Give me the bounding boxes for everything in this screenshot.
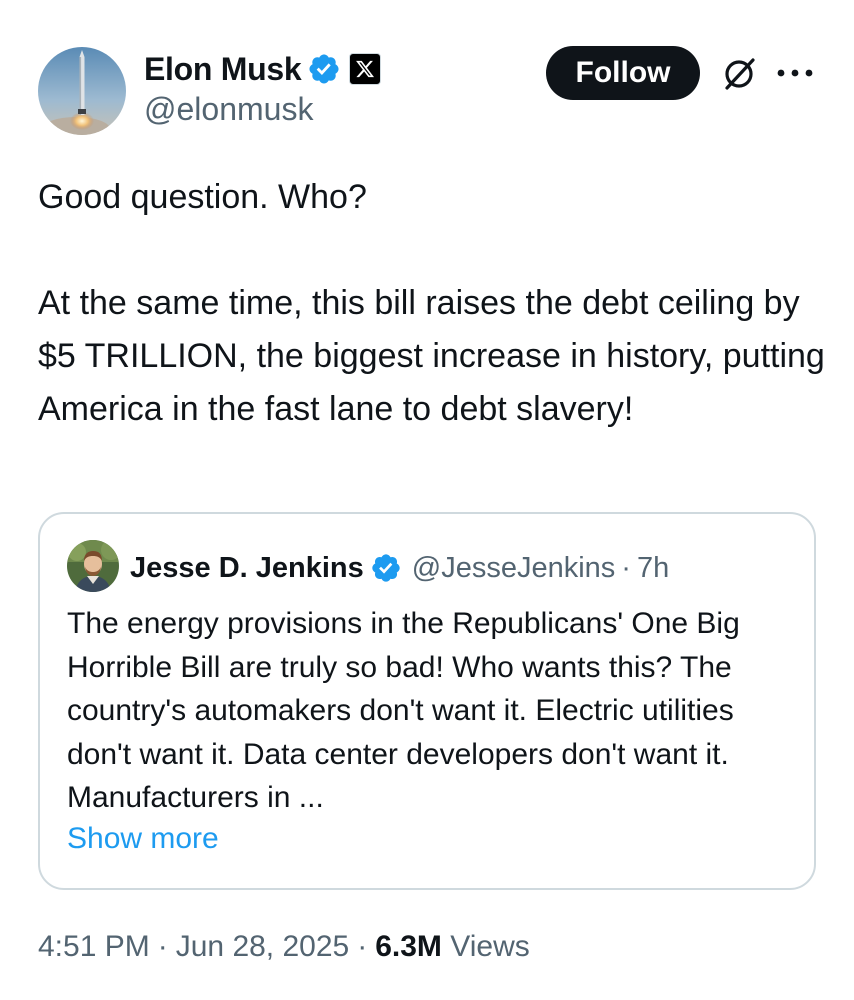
show-more-link[interactable]: Show more	[67, 822, 219, 856]
verified-badge-icon[interactable]	[370, 552, 402, 584]
tweet-meta: 4:51 PM · Jun 28, 2025 · 6.3M Views	[38, 930, 530, 964]
more-dots-icon[interactable]	[774, 62, 816, 84]
quoted-tweet-card[interactable]: Jesse D. Jenkins @JesseJenkins · 7h The …	[38, 512, 816, 890]
quoted-author-name[interactable]: Jesse D. Jenkins	[130, 552, 364, 585]
quoted-separator: ·	[621, 551, 631, 584]
quoted-author-avatar[interactable]	[67, 540, 119, 592]
grok-icon[interactable]	[718, 53, 760, 95]
author-handle[interactable]: @elonmusk	[144, 91, 313, 128]
author-display-name[interactable]: Elon Musk	[144, 51, 302, 88]
x-logo-icon[interactable]	[349, 53, 382, 85]
quoted-timestamp[interactable]: 7h	[637, 552, 669, 585]
quoted-author-row: Jesse D. Jenkins @JesseJenkins · 7h	[130, 548, 669, 588]
meta-separator: ·	[157, 930, 168, 963]
views-count[interactable]: 6.3M	[375, 930, 442, 963]
views-label[interactable]: Views	[450, 930, 529, 963]
meta-separator: ·	[357, 930, 368, 963]
tweet-time[interactable]: 4:51 PM	[38, 930, 150, 963]
follow-button[interactable]: Follow	[546, 46, 700, 100]
author-avatar[interactable]	[38, 47, 126, 135]
quoted-author-handle[interactable]: @JesseJenkins	[412, 552, 616, 585]
verified-badge-icon[interactable]	[307, 52, 341, 86]
author-name-row: Elon Musk	[144, 48, 382, 90]
quoted-tweet-text: The energy provisions in the Republicans…	[67, 607, 749, 814]
tweet-date[interactable]: Jun 28, 2025	[176, 930, 349, 963]
tweet-text: Good question. Who? At the same time, th…	[38, 178, 825, 428]
